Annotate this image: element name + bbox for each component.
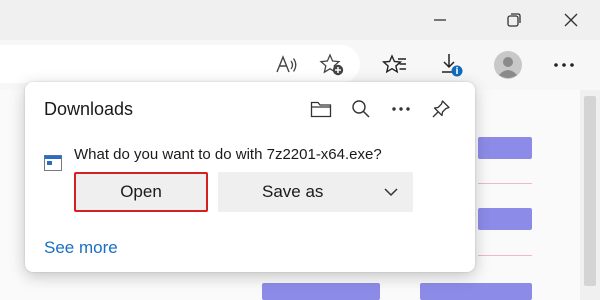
file-type-icon-wrapper <box>44 155 62 176</box>
favorites-button[interactable] <box>381 52 409 78</box>
scrollbar-thumb[interactable] <box>584 96 596 286</box>
read-aloud-button[interactable] <box>273 52 301 78</box>
open-button-label: Open <box>120 182 162 201</box>
more-options-button[interactable] <box>388 96 414 122</box>
add-favorite-icon <box>319 53 344 76</box>
highlighted-text-block <box>478 208 532 230</box>
search-icon <box>352 100 370 118</box>
read-aloud-icon <box>276 55 297 73</box>
close-window-button[interactable] <box>553 7 589 33</box>
close-icon <box>564 13 578 27</box>
highlighted-text-block <box>478 137 532 159</box>
divider <box>478 183 532 184</box>
downloads-icon <box>442 54 463 77</box>
save-as-label: Save as <box>262 182 324 201</box>
save-as-button[interactable]: Save as <box>218 172 413 212</box>
downloads-flyout: Downloads What do you want to do with 7z… <box>25 82 475 272</box>
address-bar[interactable] <box>0 45 360 83</box>
profile-button[interactable] <box>491 48 525 82</box>
download-prompt: What do you want to do with 7z2201-x64.e… <box>74 146 382 163</box>
restore-icon <box>507 13 521 27</box>
settings-more-button[interactable] <box>550 52 578 78</box>
open-button[interactable]: Open <box>74 172 208 212</box>
highlighted-text-block <box>420 283 532 300</box>
minimize-button[interactable] <box>422 7 458 33</box>
chevron-down-icon <box>384 188 398 197</box>
divider <box>478 255 532 256</box>
restore-button[interactable] <box>496 7 532 33</box>
pin-downloads-button[interactable] <box>428 96 454 122</box>
see-more-link[interactable]: See more <box>44 238 118 258</box>
open-downloads-folder-button[interactable] <box>308 96 334 122</box>
title-bar <box>0 0 600 40</box>
downloads-title: Downloads <box>44 99 134 119</box>
pin-icon <box>432 100 450 118</box>
page-scrollbar[interactable] <box>580 90 600 300</box>
minimize-icon <box>434 19 446 21</box>
more-options-icon <box>392 107 410 111</box>
profile-icon <box>494 51 522 79</box>
highlighted-text-block <box>262 283 380 300</box>
more-icon <box>554 63 574 67</box>
add-favorite-button[interactable] <box>318 52 346 78</box>
favorites-icon <box>382 54 406 74</box>
exe-file-icon <box>44 155 62 171</box>
search-downloads-button[interactable] <box>348 96 374 122</box>
open-folder-icon <box>310 101 332 118</box>
save-as-dropdown[interactable] <box>383 184 399 205</box>
downloads-button[interactable] <box>438 52 466 78</box>
